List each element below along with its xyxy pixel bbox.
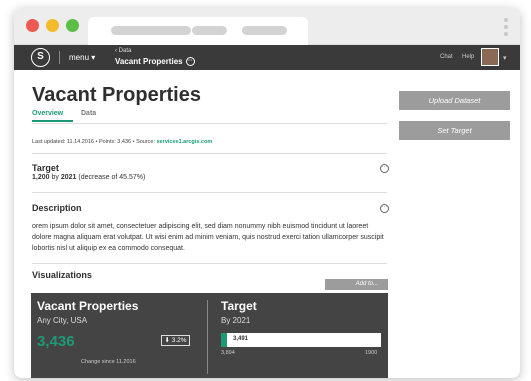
tab-overview[interactable]: Overview	[32, 110, 73, 122]
dataset-meta: Last updated: 11.14.2016 • Points: 3,436…	[32, 139, 213, 145]
description-heading: Description	[32, 203, 82, 213]
change-note: Change since 11.2016	[81, 359, 136, 365]
close-window-button[interactable]	[26, 19, 39, 32]
target-bar-start: 3,894	[221, 350, 235, 356]
placeholder-bar	[111, 26, 191, 35]
chevron-down-icon[interactable]: ▾	[503, 54, 507, 62]
card-value: 3,436	[37, 333, 75, 350]
minimize-window-button[interactable]	[46, 19, 59, 32]
more-options-icon[interactable]: ···	[185, 57, 195, 67]
card-title: Vacant Properties	[37, 299, 139, 313]
target-progress-fill	[221, 333, 228, 347]
visualizations-heading: Visualizations	[32, 270, 92, 280]
target-heading: Target	[32, 163, 59, 173]
target-progress-bar: 3,491	[221, 333, 381, 347]
source-link[interactable]: services1.arcgis.com	[157, 139, 213, 145]
card-divider	[207, 300, 208, 374]
menu-label: menu	[69, 53, 90, 62]
visualization-card[interactable]: Vacant Properties Any City, USA 3,436 ⬇ …	[31, 293, 388, 378]
breadcrumb-title: Vacant Properties ···	[115, 57, 195, 67]
help-link[interactable]: Help	[462, 54, 474, 60]
nav-divider	[59, 51, 60, 64]
back-arrow-icon: ‹	[115, 48, 117, 54]
more-options-icon[interactable]: ···	[380, 204, 389, 213]
more-options-icon[interactable]: ···	[380, 164, 389, 173]
divider	[32, 153, 387, 154]
target-progress-value: 3,491	[233, 336, 249, 342]
placeholder-bar	[242, 26, 287, 35]
add-to-button[interactable]: Add to...	[325, 279, 388, 290]
tab-data[interactable]: Data	[81, 110, 96, 117]
target-bar-end: 1900	[365, 350, 378, 356]
upload-dataset-button[interactable]: Upload Dataset	[399, 91, 510, 110]
description-text: orem ipsum dolor sit amet, consectetuer …	[32, 223, 384, 252]
target-card-title: Target	[221, 299, 257, 313]
card-location: Any City, USA	[37, 316, 88, 325]
chat-link[interactable]: Chat	[440, 54, 453, 60]
browser-menu-icon[interactable]	[504, 18, 508, 38]
divider	[32, 263, 387, 264]
divider	[32, 123, 387, 124]
chevron-down-icon: ▾	[91, 53, 96, 62]
browser-chrome	[14, 8, 520, 45]
target-card-sub: By 2021	[221, 316, 251, 325]
divider	[32, 192, 387, 193]
set-target-button[interactable]: Set Target	[399, 121, 510, 140]
app-logo-icon[interactable]: S	[31, 48, 50, 67]
browser-window: S menu ▾ ‹ Data Vacant Properties ··· Cha…	[14, 8, 520, 378]
maximize-window-button[interactable]	[66, 19, 79, 32]
breadcrumb-parent[interactable]: ‹ Data	[115, 48, 131, 54]
placeholder-bar	[192, 26, 227, 35]
menu-button[interactable]: menu ▾	[69, 53, 95, 62]
top-nav: S menu ▾ ‹ Data Vacant Properties ··· Cha…	[14, 45, 520, 70]
target-summary: 1,200 by 2021 (decrease of 45.57%)	[32, 174, 146, 181]
change-badge: ⬇ 3.2%	[161, 335, 190, 346]
page-title: Vacant Properties	[32, 84, 201, 106]
avatar[interactable]	[481, 48, 499, 66]
